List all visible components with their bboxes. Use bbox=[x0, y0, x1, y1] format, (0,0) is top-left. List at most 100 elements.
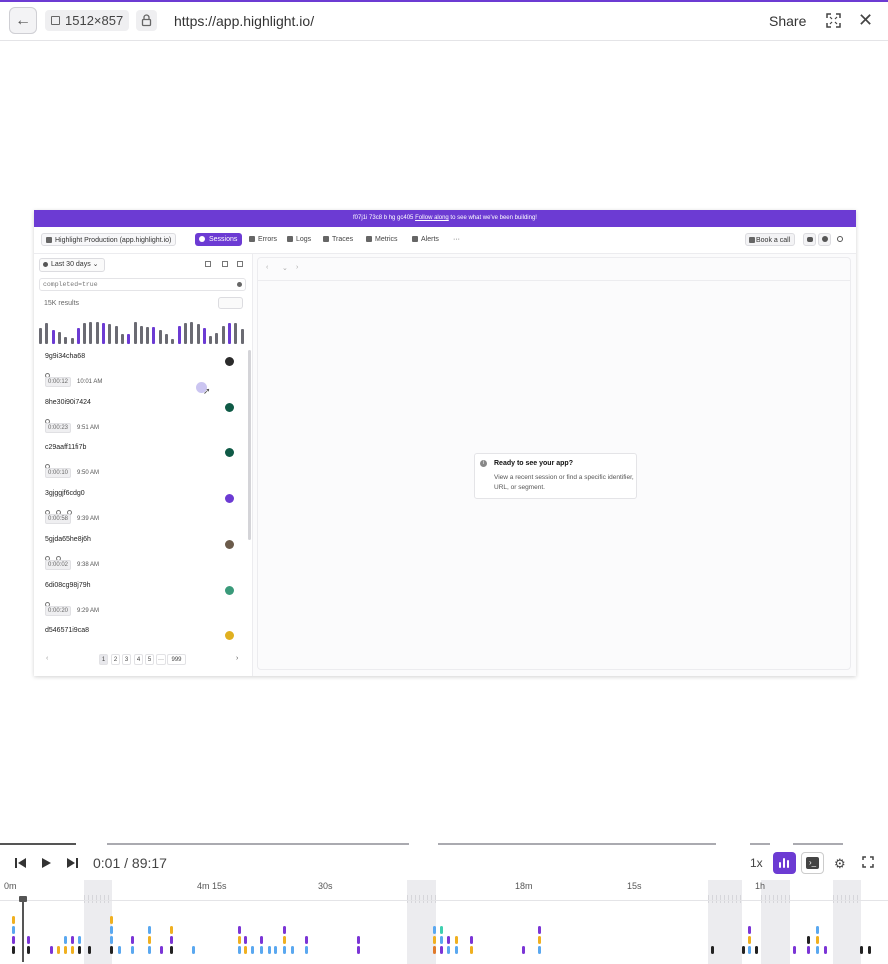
timeline-event-marker[interactable] bbox=[160, 946, 163, 954]
timeline-event-marker[interactable] bbox=[260, 946, 263, 954]
timeline-event-marker[interactable] bbox=[748, 946, 751, 954]
prev-page-icon[interactable]: ‹ bbox=[46, 655, 48, 662]
session-row[interactable]: 6di08cg98j79h 0:00:20 9:29 AM bbox=[34, 577, 248, 623]
back-button[interactable]: ← bbox=[9, 7, 37, 34]
timeline-event-marker[interactable] bbox=[244, 936, 247, 944]
timeline-event-marker[interactable] bbox=[71, 946, 74, 954]
timeline-event-marker[interactable] bbox=[824, 946, 827, 954]
timeline-event-marker[interactable] bbox=[148, 926, 151, 934]
timeline-event-marker[interactable] bbox=[816, 926, 819, 934]
nav-sessions[interactable]: Sessions bbox=[195, 233, 243, 246]
timeline-event-marker[interactable] bbox=[748, 926, 751, 934]
nav-logs[interactable]: Logs bbox=[287, 233, 311, 246]
timeline-event-marker[interactable] bbox=[357, 936, 360, 944]
timeline-event-marker[interactable] bbox=[110, 916, 113, 924]
next-session-icon[interactable]: › bbox=[296, 264, 298, 271]
timeline-event-marker[interactable] bbox=[170, 946, 173, 954]
timeline-event-marker[interactable] bbox=[440, 946, 443, 954]
timeline-event-marker[interactable] bbox=[440, 936, 443, 944]
expand-icon[interactable] bbox=[826, 13, 841, 28]
nav-alerts[interactable]: Alerts bbox=[412, 233, 439, 246]
session-replay-frame[interactable]: f07j1i 73c8 b hg gc405 Follow along to s… bbox=[34, 210, 856, 676]
timeline-event-marker[interactable] bbox=[131, 946, 134, 954]
timeline-event-marker[interactable] bbox=[440, 926, 443, 934]
nav-traces[interactable]: Traces bbox=[323, 233, 353, 246]
fullscreen-icon[interactable] bbox=[862, 856, 874, 868]
timeline-event-marker[interactable] bbox=[455, 946, 458, 954]
timeline-event-marker[interactable] bbox=[110, 946, 113, 954]
timeline-event-marker[interactable] bbox=[238, 946, 241, 954]
settings-icon[interactable] bbox=[837, 236, 843, 242]
timeline-event-marker[interactable] bbox=[78, 946, 81, 954]
timeline-event-marker[interactable] bbox=[755, 946, 758, 954]
timeline-event-marker[interactable] bbox=[110, 936, 113, 944]
timeline-event-marker[interactable] bbox=[110, 926, 113, 934]
timeline-event-marker[interactable] bbox=[538, 926, 541, 934]
timeline-event-marker[interactable] bbox=[27, 936, 30, 944]
next-page-icon[interactable]: › bbox=[236, 655, 238, 662]
timeline-event-marker[interactable] bbox=[57, 946, 60, 954]
page-4[interactable]: 4 bbox=[134, 654, 143, 665]
timeline-event-marker[interactable] bbox=[793, 946, 796, 954]
timeline-event-marker[interactable] bbox=[807, 946, 810, 954]
timeline-event-marker[interactable] bbox=[711, 946, 714, 954]
session-row[interactable]: d546571i9ca8 bbox=[34, 622, 248, 644]
timeline-event-marker[interactable] bbox=[50, 946, 53, 954]
timeline-event-marker[interactable] bbox=[305, 946, 308, 954]
skip-back-icon[interactable] bbox=[14, 857, 27, 869]
github-button[interactable] bbox=[818, 233, 831, 246]
timeline-event-marker[interactable] bbox=[268, 946, 271, 954]
timeline-event-marker[interactable] bbox=[283, 936, 286, 944]
timeline-event-marker[interactable] bbox=[170, 926, 173, 934]
timeline-event-marker[interactable] bbox=[12, 936, 15, 944]
timeline-event-marker[interactable] bbox=[433, 946, 436, 954]
lock-button[interactable] bbox=[136, 10, 157, 31]
timeline-event-marker[interactable] bbox=[274, 946, 277, 954]
timeline-event-marker[interactable] bbox=[305, 936, 308, 944]
book-call-button[interactable]: Book a call bbox=[745, 233, 796, 246]
timeline-event-marker[interactable] bbox=[131, 936, 134, 944]
session-timeline[interactable]: 0m 4m 15s 30s 18m 15s 1h bbox=[0, 878, 888, 964]
sessions-histogram[interactable] bbox=[39, 318, 247, 344]
timeline-event-marker[interactable] bbox=[816, 936, 819, 944]
page-999[interactable]: 999 bbox=[167, 654, 186, 665]
playback-progress[interactable] bbox=[0, 843, 888, 846]
timeline-event-marker[interactable] bbox=[455, 936, 458, 944]
playback-speed[interactable]: 1x bbox=[750, 856, 763, 870]
timeline-event-marker[interactable] bbox=[27, 946, 30, 954]
timeline-event-marker[interactable] bbox=[64, 946, 67, 954]
clear-query-icon[interactable] bbox=[237, 282, 242, 287]
nav-errors[interactable]: Errors bbox=[249, 233, 277, 246]
timeline-event-marker[interactable] bbox=[244, 946, 247, 954]
timeline-event-marker[interactable] bbox=[238, 936, 241, 944]
timeline-event-marker[interactable] bbox=[238, 926, 241, 934]
search-query-input[interactable]: completed=true bbox=[39, 278, 246, 291]
discord-button[interactable] bbox=[803, 233, 816, 246]
date-range-picker[interactable]: Last 30 days ⌄ bbox=[39, 258, 105, 272]
timeline-event-marker[interactable] bbox=[148, 946, 151, 954]
devtools-button[interactable]: ›_ bbox=[801, 852, 824, 874]
share-button[interactable]: Share bbox=[769, 13, 806, 29]
timeline-event-marker[interactable] bbox=[742, 946, 745, 954]
chevron-down-icon[interactable]: ⌄ bbox=[282, 264, 288, 272]
prev-session-icon[interactable]: ‹ bbox=[266, 264, 268, 271]
sessions-scrollbar[interactable] bbox=[248, 350, 251, 540]
url-field[interactable]: https://app.highlight.io/ bbox=[174, 13, 314, 29]
timeline-event-marker[interactable] bbox=[470, 936, 473, 944]
timeline-event-marker[interactable] bbox=[12, 946, 15, 954]
timeline-event-marker[interactable] bbox=[283, 946, 286, 954]
timeline-event-marker[interactable] bbox=[118, 946, 121, 954]
timeline-event-marker[interactable] bbox=[260, 936, 263, 944]
timeline-event-marker[interactable] bbox=[170, 936, 173, 944]
banner-link[interactable]: Follow along bbox=[415, 215, 449, 221]
page-1[interactable]: 1 bbox=[99, 654, 108, 665]
timeline-event-marker[interactable] bbox=[12, 926, 15, 934]
timeline-event-marker[interactable] bbox=[64, 936, 67, 944]
timeline-event-marker[interactable] bbox=[357, 946, 360, 954]
timeline-event-marker[interactable] bbox=[433, 926, 436, 934]
timeline-event-marker[interactable] bbox=[860, 946, 863, 954]
playhead-handle[interactable] bbox=[19, 896, 27, 962]
project-selector[interactable]: Highlight Production (app.highlight.io) bbox=[41, 233, 177, 246]
page-5[interactable]: 5 bbox=[145, 654, 154, 665]
timeline-event-marker[interactable] bbox=[251, 946, 254, 954]
